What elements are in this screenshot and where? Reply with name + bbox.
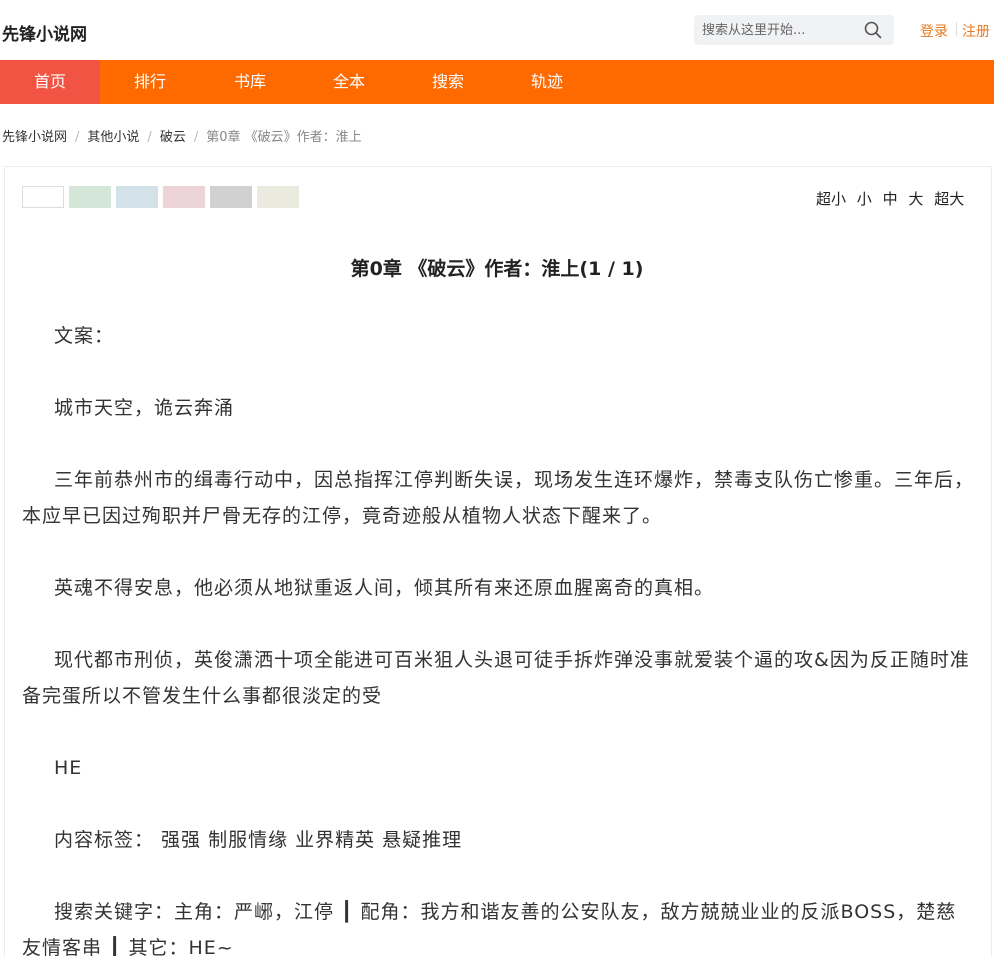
font-size-selector: 超小 小 中 大 超大: [816, 188, 970, 209]
nav-search[interactable]: 搜索: [398, 60, 498, 104]
search-box: [694, 15, 894, 45]
chapter-paragraph: HE: [54, 757, 83, 779]
theme-swatch-pink[interactable]: [163, 186, 205, 208]
breadcrumb-current: 第0章 《破云》作者：淮上: [206, 130, 362, 145]
font-size-xl[interactable]: 超大: [934, 190, 964, 208]
font-size-m[interactable]: 中: [883, 190, 898, 208]
theme-swatch-gray[interactable]: [210, 186, 252, 208]
breadcrumb-home[interactable]: 先锋小说网: [2, 130, 67, 145]
breadcrumb: 先锋小说网 / 其他小说 / 破云 / 第0章 《破云》作者：淮上: [2, 126, 362, 145]
theme-swatch-green[interactable]: [69, 186, 111, 208]
nav-home[interactable]: 首页: [0, 60, 100, 104]
nav-library[interactable]: 书库: [200, 60, 300, 104]
login-link[interactable]: 登录: [920, 21, 948, 41]
chapter-paragraph: 文案：: [54, 325, 115, 347]
search-icon[interactable]: [864, 21, 882, 39]
chapter-title: 第0章 《破云》作者：淮上(1 / 1): [350, 258, 644, 280]
site-header: 先锋小说网 登录 注册: [0, 0, 994, 60]
theme-swatch-white[interactable]: [22, 186, 64, 208]
chapter-body: 文案： 城市天空，诡云奔涌 三年前恭州市的缉毒行动中，因总指挥江停判断失误，现场…: [22, 318, 974, 956]
breadcrumb-book[interactable]: 破云: [160, 130, 186, 145]
site-logo[interactable]: 先锋小说网: [2, 20, 87, 45]
theme-swatch-blue[interactable]: [116, 186, 158, 208]
nav-history[interactable]: 轨迹: [497, 60, 597, 104]
font-size-s[interactable]: 小: [857, 190, 872, 208]
chapter-paragraph: 搜索关键字：主角：严峫，江停 ┃ 配角：我方和谐友善的公安队友，敌方兢兢业业的反…: [22, 901, 957, 956]
nav-completed[interactable]: 全本: [299, 60, 399, 104]
search-input[interactable]: [702, 15, 852, 45]
nav-ranking[interactable]: 排行: [100, 60, 200, 104]
register-link[interactable]: 注册: [962, 21, 990, 41]
auth-divider: [956, 22, 957, 36]
main-navbar: 首页 排行 书库 全本 搜索 轨迹: [0, 60, 994, 104]
chapter-paragraph: 城市天空，诡云奔涌: [54, 397, 235, 419]
font-size-xs[interactable]: 超小: [816, 190, 846, 208]
font-size-l[interactable]: 大: [908, 190, 923, 208]
breadcrumb-separator: /: [75, 130, 80, 145]
chapter-paragraph: 内容标签： 强强 制服情缘 业界精英 悬疑推理: [54, 829, 463, 851]
chapter-paragraph: 三年前恭州市的缉毒行动中，因总指挥江停判断失误，现场发生连环爆炸，禁毒支队伤亡惨…: [22, 469, 975, 527]
breadcrumb-category[interactable]: 其他小说: [87, 130, 139, 145]
chapter-paragraph: 英魂不得安息，他必须从地狱重返人间，倾其所有来还原血腥离奇的真相。: [54, 577, 715, 599]
breadcrumb-separator: /: [147, 130, 152, 145]
chapter-paragraph: 现代都市刑侦，英俊潇洒十项全能进可百米狙人头退可徒手拆炸弹没事就爱装个逼的攻&因…: [22, 649, 970, 707]
theme-swatch-beige[interactable]: [257, 186, 299, 208]
breadcrumb-separator: /: [193, 130, 199, 145]
